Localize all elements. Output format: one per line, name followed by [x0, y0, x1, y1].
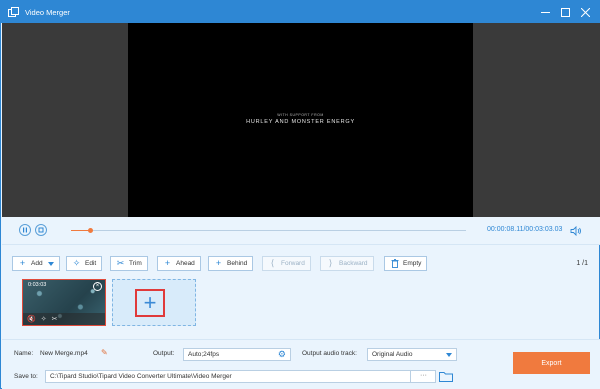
backward-label: Backward [339, 260, 368, 267]
save-path-value: C:\Tipard Studio\Tipard Video Converter … [50, 373, 232, 380]
chevron-down-icon [446, 353, 452, 357]
audio-track-value: Original Audio [372, 351, 413, 358]
add-button[interactable]: + Add [12, 256, 60, 271]
output-label: Output: [153, 350, 175, 357]
behind-label: Behind [227, 260, 248, 267]
empty-button[interactable]: Empty [384, 256, 428, 271]
insert-ahead-icon: + [164, 258, 171, 268]
add-label: Add [31, 260, 43, 267]
clip-actions: 🔇 ✧ ✂ [23, 313, 105, 325]
edit-button[interactable]: ✧ Edit [66, 256, 103, 271]
app-icon [8, 6, 19, 18]
empty-label: Empty [403, 260, 422, 267]
scissors-icon: ✂ [116, 258, 125, 268]
backward-button[interactable]: ⟩ Backward [320, 256, 374, 271]
close-icon[interactable] [575, 2, 595, 22]
plus-icon: + [19, 258, 26, 268]
video-frame: WITH SUPPORT FROM HURLEY AND MONSTER ENE… [128, 23, 473, 217]
edit-label: Edit [85, 260, 97, 267]
plus-icon: + [143, 290, 157, 315]
forward-label: Forward [281, 260, 305, 267]
output-settings: Name: New Merge.mp4 ✎ Output: Auto;24fps… [2, 339, 600, 389]
export-button[interactable]: Export [513, 352, 590, 374]
maximize-icon[interactable] [555, 2, 575, 22]
output-format-value: Auto;24fps [188, 351, 220, 358]
progress-handle[interactable] [88, 228, 94, 233]
trash-icon [390, 259, 399, 268]
forward-icon: ⟨ [270, 258, 275, 268]
clip-duration: 0:03:03 [28, 282, 47, 288]
name-label: Name: [14, 350, 34, 357]
total-time: /00:03:03.03 [523, 226, 563, 233]
chevron-down-icon [47, 261, 54, 266]
ahead-button[interactable]: + Ahead [157, 256, 201, 271]
browse-button[interactable]: ··· [410, 370, 436, 383]
trim-button[interactable]: ✂ Trim [110, 256, 148, 271]
output-format-field[interactable]: Auto;24fps ⚙ [183, 348, 291, 361]
page-count: 1 /1 [576, 260, 588, 267]
remove-clip-icon[interactable]: × [93, 282, 102, 291]
magic-wand-icon: ✧ [72, 258, 81, 268]
progress-bar[interactable] [71, 228, 466, 233]
save-to-label: Save to: [14, 373, 38, 380]
backward-icon: ⟩ [328, 258, 333, 268]
current-time: 00:00:08.11 [487, 226, 524, 233]
audio-track-select[interactable]: Original Audio [367, 348, 457, 361]
save-path-field[interactable]: C:\Tipard Studio\Tipard Video Converter … [45, 370, 436, 383]
add-clip-slot[interactable]: + [112, 279, 196, 326]
pause-button[interactable] [19, 224, 31, 236]
insert-behind-icon: + [215, 258, 222, 268]
playback-controls: 00:00:08.11/00:03:03.03 [2, 217, 600, 245]
trim-label: Trim [129, 260, 142, 267]
mute-icon[interactable]: 🔇 [27, 315, 36, 323]
minimize-icon[interactable] [535, 2, 555, 22]
clip-thumbnail[interactable]: 0:03:03 × 🔇 ✧ ✂ [22, 279, 106, 326]
export-label: Export [541, 359, 562, 367]
folder-icon[interactable] [439, 371, 453, 382]
stop-button[interactable] [35, 224, 47, 236]
clip-toolbar: + Add ✧ Edit ✂ Trim + Ahead + Behind ⟨ F… [2, 245, 600, 271]
window-title: Video Merger [25, 7, 70, 17]
behind-button[interactable]: + Behind [208, 256, 254, 271]
video-caption-small: WITH SUPPORT FROM [277, 113, 324, 117]
gear-icon[interactable]: ⚙ [278, 350, 286, 359]
add-clip-highlight[interactable]: + [135, 289, 165, 317]
ahead-label: Ahead [176, 260, 195, 267]
file-name: New Merge.mp4 [40, 350, 88, 357]
pencil-icon[interactable]: ✎ [101, 348, 108, 357]
volume-icon[interactable] [570, 225, 582, 237]
edit-icon[interactable]: ✧ [41, 315, 47, 323]
clip-list: 0:03:03 × 🔇 ✧ ✂ + [2, 271, 600, 339]
audio-track-label: Output audio track: [302, 350, 357, 357]
scissors-icon[interactable]: ✂ [52, 315, 58, 323]
title-bar: Video Merger [1, 1, 599, 23]
video-merger-window: Video Merger WITH SUPPORT FROM HURLEY AN… [0, 0, 600, 389]
video-caption-main: HURLEY AND MONSTER ENERGY [246, 119, 355, 125]
time-display: 00:00:08.11/00:03:03.03 [487, 226, 562, 233]
video-preview: WITH SUPPORT FROM HURLEY AND MONSTER ENE… [2, 23, 600, 217]
forward-button[interactable]: ⟨ Forward [262, 256, 311, 271]
